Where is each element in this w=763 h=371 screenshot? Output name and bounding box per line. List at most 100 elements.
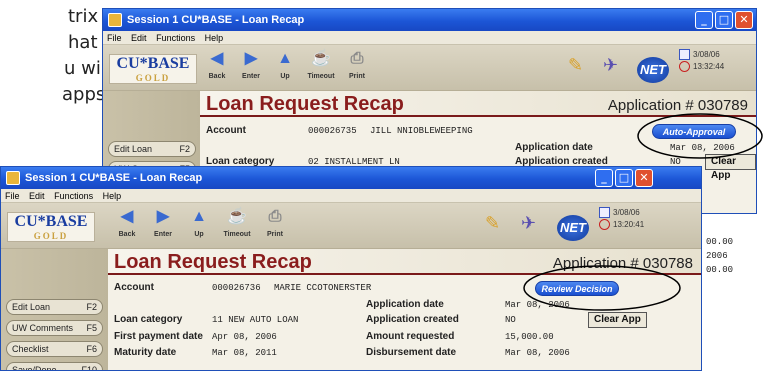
time-value: 13:32:44 bbox=[693, 62, 725, 71]
sidebar-item-save-done[interactable]: Save/Done F10 bbox=[6, 362, 103, 371]
close-icon[interactable]: ✕ bbox=[635, 169, 653, 187]
loan-recap-window-front: Session 1 CU*BASE - Loan Recap _ □ ✕ Fil… bbox=[0, 166, 702, 371]
back-arrow-icon: ◀ bbox=[120, 208, 134, 225]
paper-plane-icon[interactable]: ✈ bbox=[521, 213, 536, 234]
loan-category-label: Loan category bbox=[114, 314, 183, 325]
net-icon[interactable]: NET bbox=[637, 57, 669, 83]
menu-file[interactable]: File bbox=[107, 33, 122, 43]
window-title: Session 1 CU*BASE - Loan Recap bbox=[25, 172, 203, 184]
minimize-icon[interactable]: _ bbox=[595, 169, 613, 187]
account-name: MARIE CCOTONERSTER bbox=[274, 283, 372, 293]
print-label: Print bbox=[267, 231, 283, 238]
pencil-icon[interactable]: ✎ bbox=[485, 213, 500, 234]
page-header: Loan Request Recap Application # 030788 bbox=[108, 249, 701, 275]
application-date-label: Application date bbox=[515, 142, 593, 153]
enter-arrow-icon: ▶ bbox=[244, 50, 258, 67]
back-button[interactable]: ◀ Back bbox=[201, 49, 233, 80]
side-label: Edit Loan bbox=[114, 144, 153, 154]
recap-content: Account 000026736 MARIE CCOTONERSTER Rev… bbox=[108, 275, 701, 370]
date-value: 3/08/06 bbox=[613, 208, 640, 217]
clock-icon bbox=[679, 61, 690, 73]
clear-app-button[interactable]: Clear App bbox=[588, 312, 647, 328]
enter-arrow-icon: ▶ bbox=[156, 208, 170, 225]
date-time-display: 3/08/06 13:20:41 bbox=[599, 207, 644, 231]
calendar-icon bbox=[679, 49, 690, 61]
side-label: Save/Done bbox=[12, 365, 57, 371]
auto-approval-badge[interactable]: Auto-Approval bbox=[652, 124, 736, 139]
side-key: F10 bbox=[81, 365, 97, 371]
back-arrow-icon: ◀ bbox=[210, 50, 224, 67]
account-label: Account bbox=[206, 125, 246, 136]
print-icon: ⎙ bbox=[268, 208, 282, 225]
review-decision-badge[interactable]: Review Decision bbox=[535, 281, 619, 296]
up-button[interactable]: ▲ Up bbox=[183, 207, 215, 238]
account-label: Account bbox=[114, 282, 154, 293]
caption-line: hat bbox=[68, 32, 98, 53]
back-button[interactable]: ◀ Back bbox=[111, 207, 143, 238]
toolbar: CU*BASE GOLD ◀ Back ▶ Enter ▲ Up ☕ Timeout ⎙ P… bbox=[1, 203, 701, 249]
page-title: Loan Request Recap bbox=[114, 251, 312, 273]
sidebar-item-uw-comments[interactable]: UW Comments F5 bbox=[6, 320, 103, 336]
menu-functions[interactable]: Functions bbox=[156, 33, 195, 43]
clock-icon bbox=[599, 219, 610, 231]
enter-button[interactable]: ▶ Enter bbox=[235, 49, 267, 80]
toolbar: CU*BASE GOLD ◀ Back ▶ Enter ▲ Up ☕ Timeout ⎙ P… bbox=[103, 45, 756, 91]
caption-line: u will bbox=[64, 58, 106, 79]
back-window-value: 00.00 bbox=[706, 265, 734, 275]
print-button[interactable]: ⎙ Print bbox=[259, 207, 291, 238]
menu-bar: File Edit Functions Help bbox=[103, 31, 756, 45]
application-date-label: Application date bbox=[366, 299, 444, 310]
date-time-display: 3/08/06 13:32:44 bbox=[679, 49, 724, 73]
enter-label: Enter bbox=[154, 231, 172, 238]
logo-subtext: GOLD bbox=[135, 73, 171, 83]
amount-requested: 15,000.00 bbox=[505, 332, 554, 342]
clear-app-button[interactable]: Clear App bbox=[705, 154, 756, 181]
application-created: NO bbox=[505, 315, 516, 325]
application-date: Mar 08, 2006 bbox=[505, 300, 570, 310]
side-key: F2 bbox=[86, 302, 97, 312]
account-number: 000026736 bbox=[212, 283, 261, 293]
disbursement-date: Mar 08, 2006 bbox=[505, 348, 570, 358]
net-icon[interactable]: NET bbox=[557, 215, 589, 241]
menu-edit[interactable]: Edit bbox=[131, 33, 147, 43]
maximize-icon[interactable]: □ bbox=[615, 169, 633, 187]
menu-help[interactable]: Help bbox=[103, 191, 122, 201]
side-label: UW Comments bbox=[12, 323, 74, 333]
menu-bar: File Edit Functions Help bbox=[1, 189, 701, 203]
timeout-label: Timeout bbox=[223, 231, 251, 238]
print-button[interactable]: ⎙ Print bbox=[341, 49, 373, 80]
print-label: Print bbox=[349, 73, 365, 80]
sidebar-item-edit-loan[interactable]: Edit Loan F2 bbox=[6, 299, 103, 315]
loan-category: 11 NEW AUTO LOAN bbox=[212, 315, 299, 325]
up-arrow-icon: ▲ bbox=[277, 50, 293, 67]
logo-text: CU*BASE bbox=[116, 55, 190, 72]
sidebar-item-edit-loan[interactable]: Edit Loan F2 bbox=[108, 141, 196, 157]
timeout-icon: ☕ bbox=[227, 208, 247, 225]
menu-help[interactable]: Help bbox=[205, 33, 224, 43]
close-icon[interactable]: ✕ bbox=[735, 11, 753, 29]
side-key: F5 bbox=[86, 323, 97, 333]
menu-file[interactable]: File bbox=[5, 191, 20, 201]
maximize-icon[interactable]: □ bbox=[715, 11, 733, 29]
app-icon bbox=[6, 171, 20, 185]
enter-button[interactable]: ▶ Enter bbox=[147, 207, 179, 238]
timeout-button[interactable]: ☕ Timeout bbox=[221, 207, 253, 238]
side-label: Edit Loan bbox=[12, 302, 51, 312]
menu-functions[interactable]: Functions bbox=[54, 191, 93, 201]
title-bar[interactable]: Session 1 CU*BASE - Loan Recap _ □ ✕ bbox=[1, 167, 701, 189]
page-title: Loan Request Recap bbox=[206, 93, 404, 115]
print-icon: ⎙ bbox=[350, 50, 364, 67]
back-window-value: 2006 bbox=[706, 251, 728, 261]
up-button[interactable]: ▲ Up bbox=[269, 49, 301, 80]
disbursement-label: Disbursement date bbox=[366, 347, 457, 358]
pencil-icon[interactable]: ✎ bbox=[568, 55, 583, 76]
side-key: F2 bbox=[179, 144, 190, 154]
paper-plane-icon[interactable]: ✈ bbox=[603, 55, 618, 76]
title-bar[interactable]: Session 1 CU*BASE - Loan Recap _ □ ✕ bbox=[103, 9, 756, 31]
first-payment-date: Apr 08, 2006 bbox=[212, 332, 277, 342]
minimize-icon[interactable]: _ bbox=[695, 11, 713, 29]
calendar-icon bbox=[599, 207, 610, 219]
menu-edit[interactable]: Edit bbox=[29, 191, 45, 201]
sidebar-item-checklist[interactable]: Checklist F6 bbox=[6, 341, 103, 357]
timeout-button[interactable]: ☕ Timeout bbox=[305, 49, 337, 80]
